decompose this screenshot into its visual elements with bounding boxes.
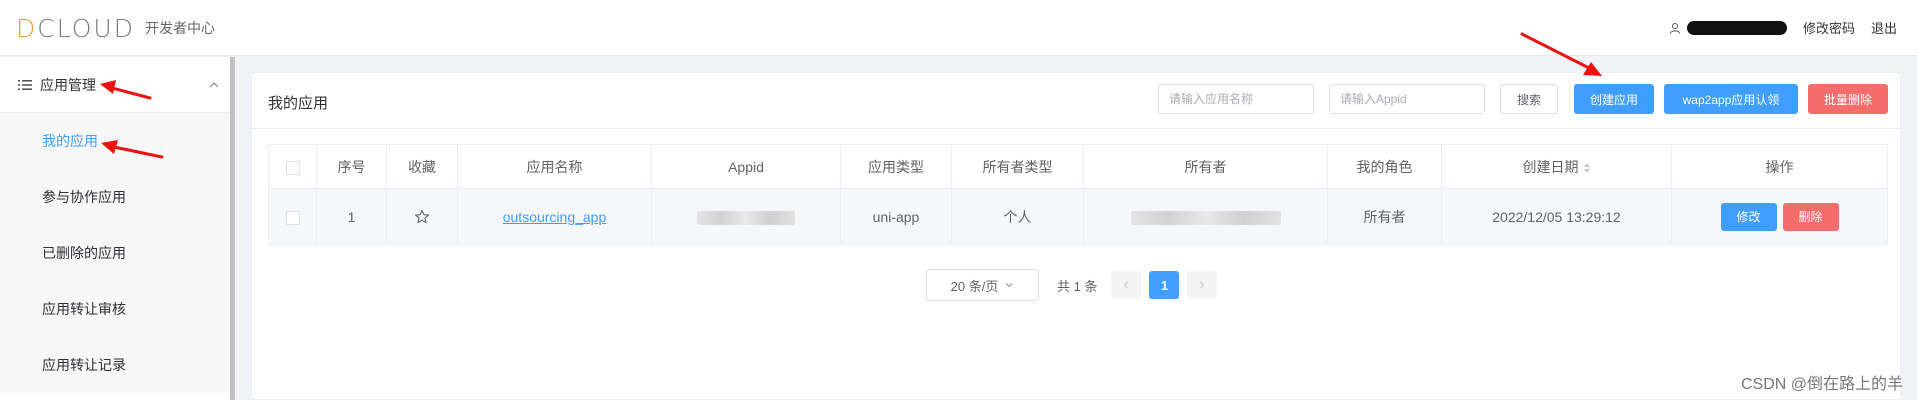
chevron-down-icon [1005,283,1013,288]
sidebar-item-collab-apps[interactable]: 参与协作应用 [0,169,234,225]
page-title: 我的应用 [268,95,329,112]
sidebar-item-my-apps[interactable]: 我的应用 [0,113,234,169]
app-name-link[interactable]: outsourcing_app [503,209,607,225]
cell-actions: 修改 删除 [1671,188,1888,245]
col-created-date[interactable]: 创建日期 [1441,144,1672,189]
col-actions: 操作 [1671,144,1888,189]
cell-owner [1083,188,1328,245]
cell-my-role: 所有者 [1327,188,1442,245]
toolbar: 搜索 创建应用 wap2app应用认领 批量删除 [1158,84,1888,114]
apps-table: 序号 收藏 应用名称 Appid 应用类型 所有者类型 所有者 我的角色 创建日… [268,144,1888,245]
col-app-name: 应用名称 [457,144,652,189]
select-all-cell [268,144,317,189]
user-icon [1669,22,1680,34]
sidebar-item-transfer-records[interactable]: 应用转让记录 [0,337,234,393]
logout-link[interactable]: 退出 [1871,18,1897,37]
prev-page-button[interactable] [1111,271,1142,299]
card-header: 我的应用 搜索 创建应用 wap2app应用认领 批量删除 [252,73,1900,129]
menu-group-label: 应用管理 [40,76,96,93]
sidebar-item-transfer-review[interactable]: 应用转让审核 [0,281,234,337]
chevron-left-icon [1124,281,1129,289]
sidebar: 应用管理 我的应用 参与协作应用 已删除的应用 应用转让审核 应用转让记录 [0,57,234,400]
redacted-owner [1130,210,1281,225]
chevron-up-icon[interactable] [208,79,220,91]
cell-created-date: 2022/12/05 13:29:12 [1441,188,1672,245]
sub-menu: 我的应用 参与协作应用 已删除的应用 应用转让审核 应用转让记录 [0,113,234,393]
chevron-right-icon [1200,281,1205,289]
appid-search-input[interactable] [1329,84,1485,114]
row-checkbox[interactable] [285,210,300,225]
csdn-watermark: CSDN @倒在路上的羊 [1740,376,1903,393]
cell-app-name: outsourcing_app [457,188,652,245]
sort-icon[interactable] [1583,162,1591,174]
cell-owner-type: 个人 [951,188,1084,245]
user-menu[interactable] [1669,20,1787,35]
cell-favorite [386,188,458,245]
next-page-button[interactable] [1187,271,1218,299]
logo-wordmark: DCLOUD [16,13,135,43]
total-count: 共 1 条 [1057,278,1098,294]
pagination: 20 条/页 共 1 条 1 [926,269,1225,301]
star-icon[interactable] [414,209,430,225]
cell-appid [651,188,841,245]
wap2app-claim-button[interactable]: wap2app应用认领 [1664,84,1798,114]
user-area: 修改密码 退出 [1669,18,1897,37]
my-apps-card: 我的应用 搜索 创建应用 wap2app应用认领 批量删除 序号 收藏 应用名称… [251,72,1901,400]
redacted-username [1686,20,1787,35]
select-all-checkbox[interactable] [285,160,300,175]
top-header: DCLOUD 开发者中心 修改密码 退出 [0,0,1917,56]
page-size-select[interactable]: 20 条/页 [926,269,1039,301]
cell-app-type: uni-app [840,188,952,245]
change-password-link[interactable]: 修改密码 [1803,18,1855,37]
batch-delete-button[interactable]: 批量删除 [1808,84,1888,114]
col-appid: Appid [651,144,841,189]
col-app-type: 应用类型 [840,144,952,189]
dcloud-logo[interactable]: DCLOUD 开发者中心 [16,12,215,44]
col-favorite: 收藏 [386,144,458,189]
edit-button[interactable]: 修改 [1720,202,1777,231]
col-owner: 所有者 [1083,144,1328,189]
page-number-button[interactable]: 1 [1149,271,1180,299]
col-index: 序号 [316,144,387,189]
row-select-cell [268,188,317,245]
search-button[interactable]: 搜索 [1500,84,1558,114]
redacted-appid [697,210,795,225]
col-owner-type: 所有者类型 [951,144,1084,189]
delete-button[interactable]: 删除 [1782,202,1839,231]
page-size-value: 20 条/页 [950,278,999,294]
col-created-date-label: 创建日期 [1522,158,1579,175]
create-app-button[interactable]: 创建应用 [1574,84,1654,114]
logo-subtitle: 开发者中心 [145,20,215,36]
table-header-row: 序号 收藏 应用名称 Appid 应用类型 所有者类型 所有者 我的角色 创建日… [268,144,1888,189]
sidebar-scrollbar[interactable] [230,57,235,400]
col-my-role: 我的角色 [1327,144,1442,189]
list-icon [18,79,32,90]
table-row: 1 outsourcing_app uni-app 个人 所有者 2022/12… [268,188,1888,245]
menu-group-app-management[interactable]: 应用管理 [0,57,234,113]
app-name-search-input[interactable] [1158,84,1314,114]
sidebar-item-deleted-apps[interactable]: 已删除的应用 [0,225,234,281]
cell-index: 1 [316,188,387,245]
